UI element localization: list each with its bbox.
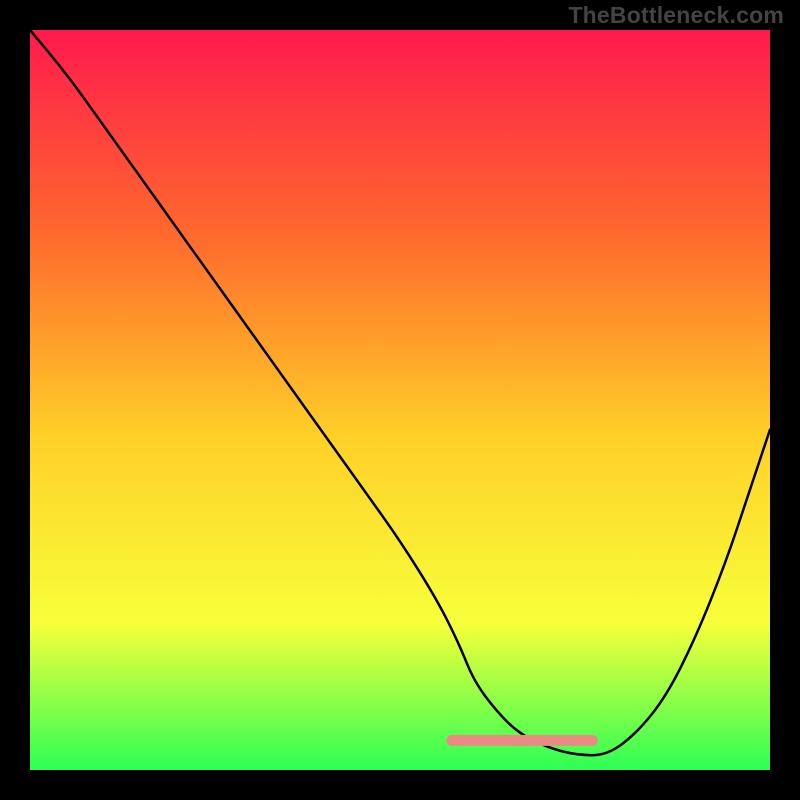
gradient-background: [30, 30, 770, 770]
plot-area: [30, 30, 770, 770]
watermark-label: TheBottleneck.com: [568, 2, 784, 29]
bottleneck-chart: [30, 30, 770, 770]
chart-stage: TheBottleneck.com: [0, 0, 800, 800]
